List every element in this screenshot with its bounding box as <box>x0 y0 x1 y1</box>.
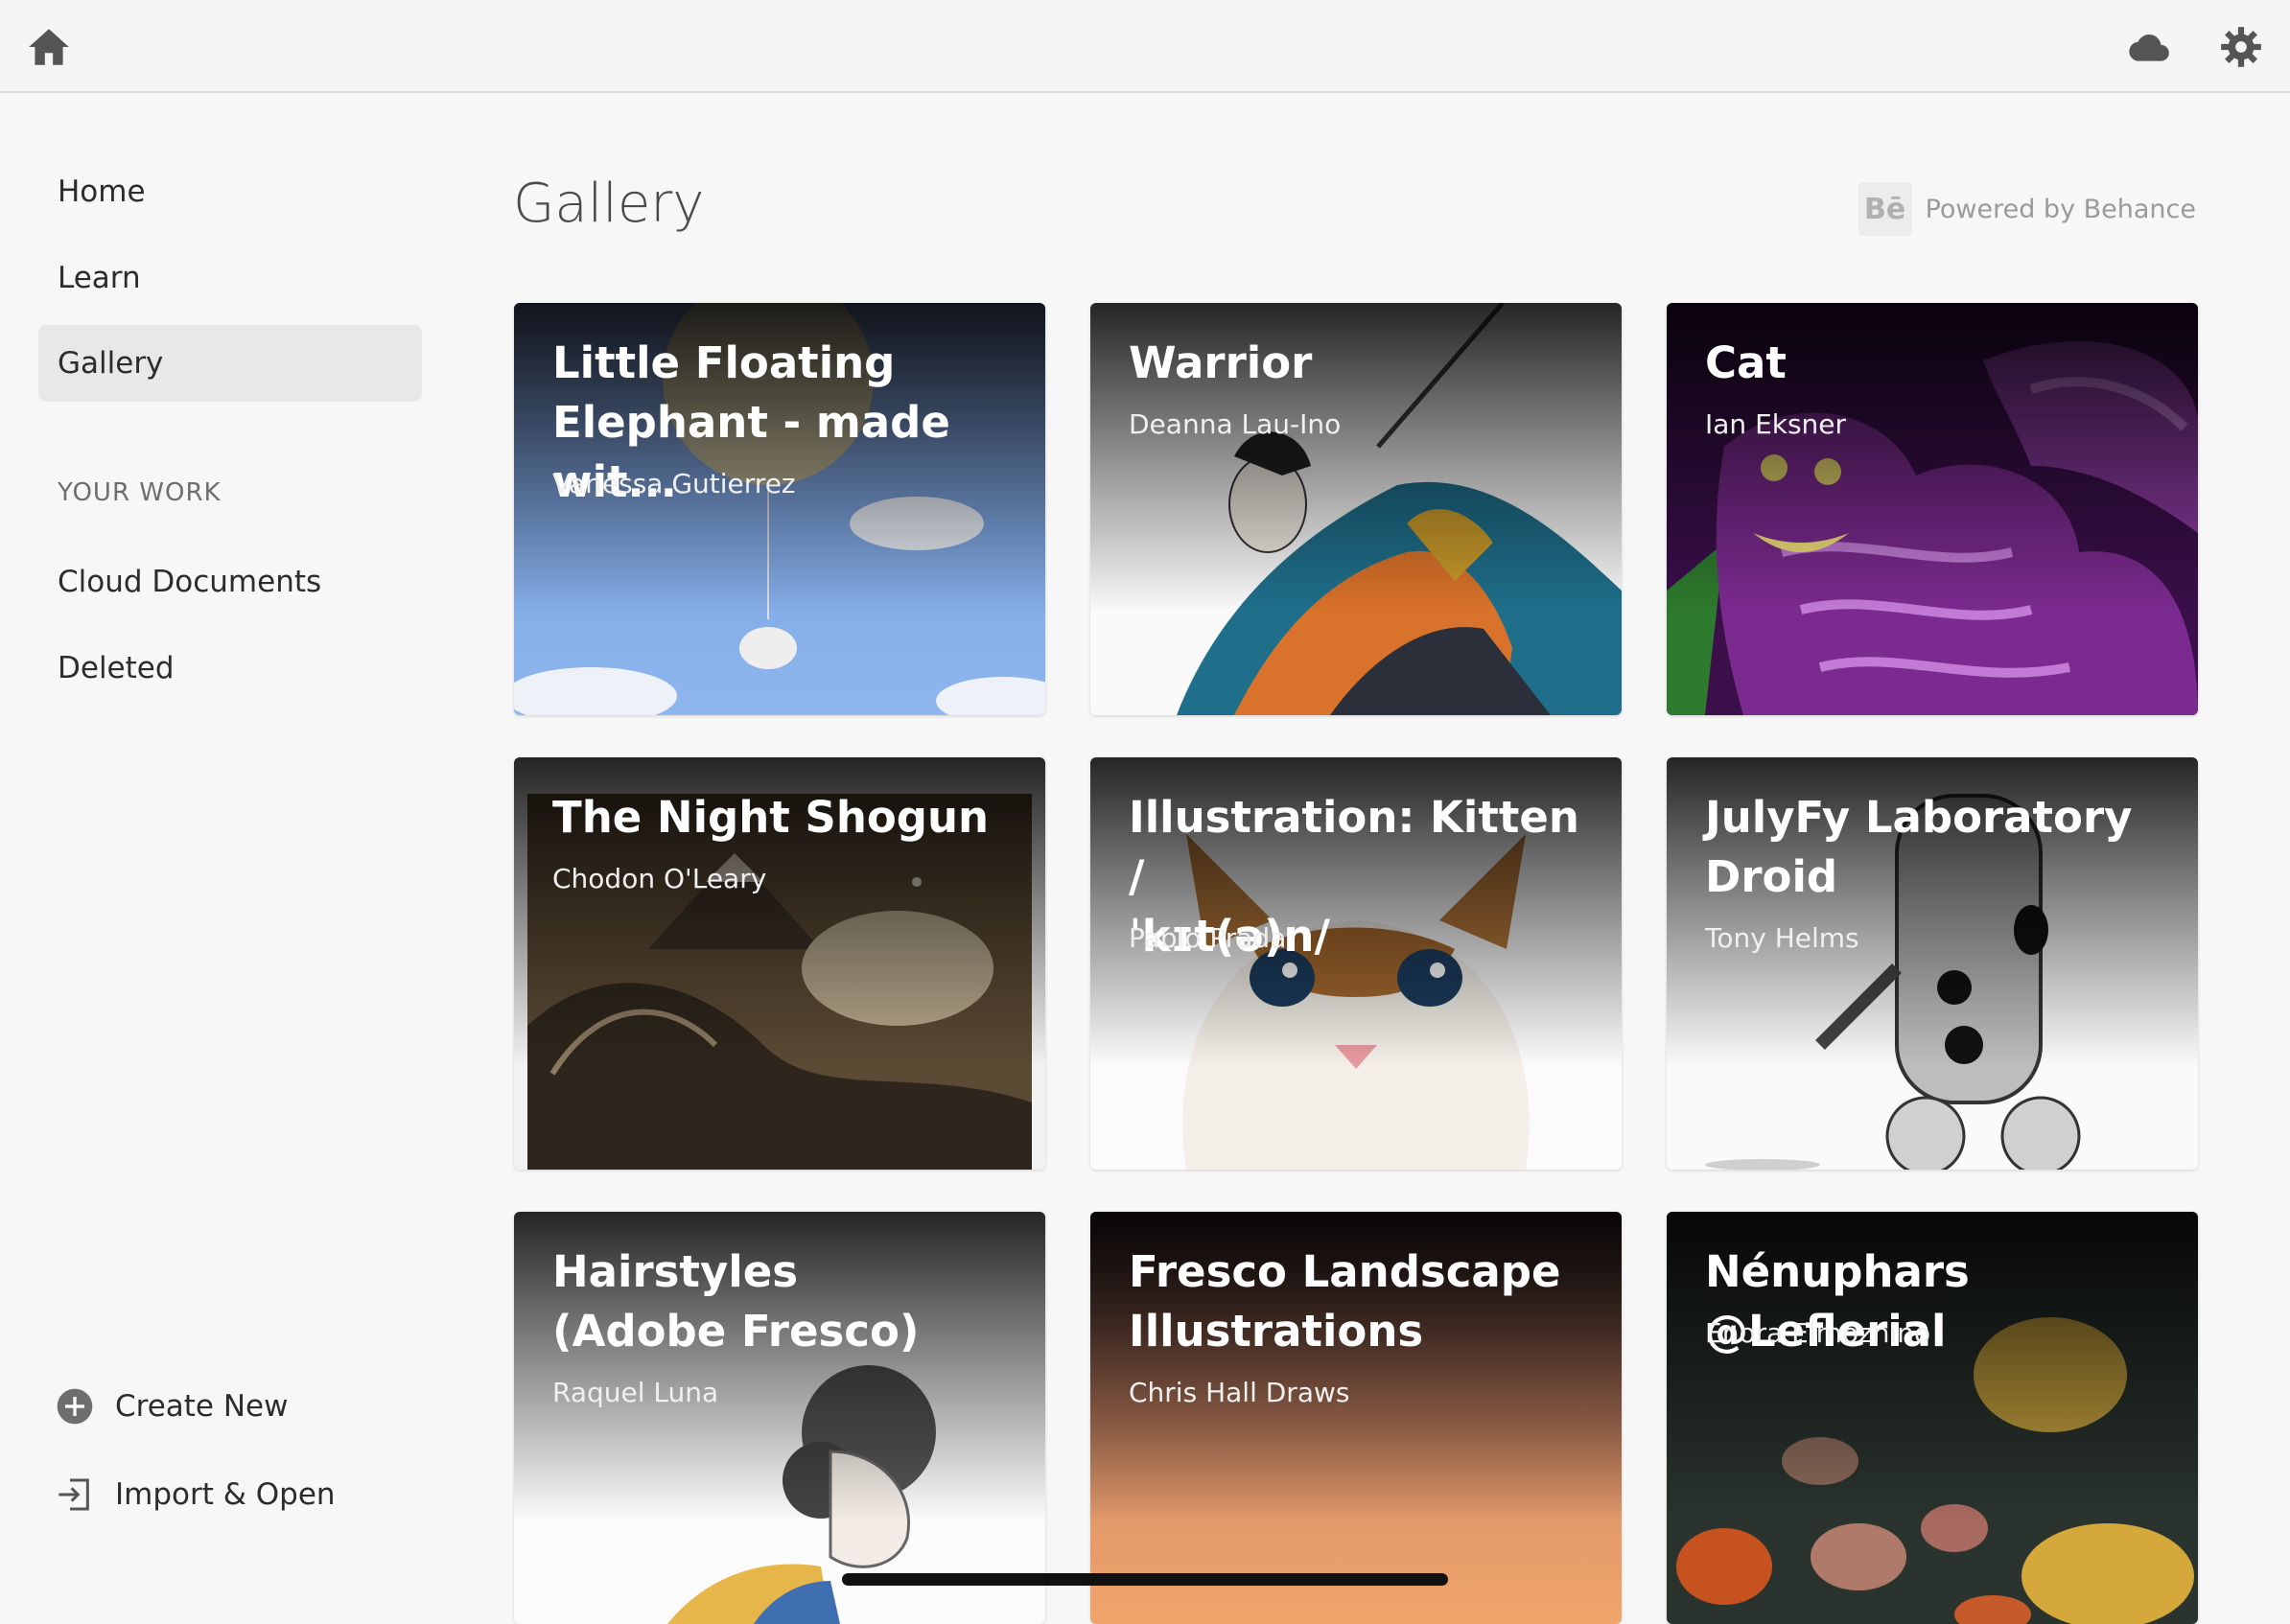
gallery-card[interactable]: Illustration: Kitten / ˈkɪt(ə)n/ Pablo P… <box>1090 757 1622 1170</box>
card-author: Tony Helms <box>1705 922 1859 954</box>
plus-circle-icon <box>57 1388 93 1425</box>
card-title: Hairstyles (Adobe Fresco) <box>552 1246 920 1357</box>
gallery-card[interactable]: Little Floating Elephant - made wit... V… <box>514 303 1045 715</box>
your-work-heading: YOUR WORK <box>58 478 222 507</box>
card-title: Warrior <box>1129 337 1313 388</box>
sidebar-item-home[interactable]: Home <box>38 153 422 230</box>
gallery-card[interactable]: Warrior Deanna Lau-Ino <box>1090 303 1622 715</box>
gallery-card[interactable]: Hairstyles (Adobe Fresco) Raquel Luna <box>514 1212 1045 1624</box>
page-title: Gallery <box>513 173 705 235</box>
card-title: The Night Shogun <box>552 792 990 843</box>
import-open-button[interactable]: Import & Open <box>56 1466 336 1523</box>
gallery-card[interactable]: Nénuphars @Leflerial Enora Elmoznino <box>1667 1212 2198 1624</box>
card-author: Pablo Prada <box>1129 922 1287 954</box>
gallery-card[interactable]: The Night Shogun Chodon O'Leary <box>514 757 1045 1170</box>
card-author: Enora Elmoznino <box>1705 1317 1931 1349</box>
cloud-icon[interactable] <box>2125 23 2173 71</box>
card-author: Ian Eksner <box>1705 408 1847 440</box>
import-icon <box>58 1478 89 1511</box>
home-indicator <box>842 1573 1448 1586</box>
gallery-card[interactable]: JulyFy Laboratory Droid Tony Helms <box>1667 757 2198 1170</box>
card-title: Cat <box>1705 337 1787 388</box>
sidebar-item-cloud-documents[interactable]: Cloud Documents <box>38 544 422 620</box>
card-title: JulyFy Laboratory Droid <box>1705 792 2133 902</box>
card-title: Fresco Landscape Illustrations <box>1129 1246 1561 1357</box>
powered-by-label: Powered by Behance <box>1925 194 2196 224</box>
gallery-card[interactable]: Fresco Landscape Illustrations Chris Hal… <box>1090 1212 1622 1624</box>
card-author: Chris Hall Draws <box>1129 1377 1350 1408</box>
gallery-card[interactable]: Cat Ian Eksner <box>1667 303 2198 715</box>
gear-icon[interactable] <box>2217 23 2265 71</box>
card-author: Chodon O'Leary <box>552 863 767 894</box>
top-bar <box>0 0 2290 93</box>
create-new-label: Create New <box>115 1389 289 1424</box>
sidebar-item-learn[interactable]: Learn <box>38 240 422 316</box>
sidebar-item-gallery[interactable]: Gallery <box>38 325 422 402</box>
behance-logo: Bē <box>1858 182 1912 236</box>
create-new-button[interactable]: Create New <box>56 1378 288 1435</box>
powered-by-behance[interactable]: Bē Powered by Behance <box>1858 182 2196 236</box>
sidebar-item-deleted[interactable]: Deleted <box>38 630 422 707</box>
import-open-label: Import & Open <box>115 1477 336 1512</box>
card-author: Vanessa Gutierrez <box>552 468 796 499</box>
home-icon[interactable] <box>25 23 73 71</box>
sidebar: Home Learn Gallery YOUR WORK Cloud Docum… <box>0 95 451 1599</box>
card-author: Deanna Lau-Ino <box>1129 408 1342 440</box>
card-author: Raquel Luna <box>552 1377 719 1408</box>
